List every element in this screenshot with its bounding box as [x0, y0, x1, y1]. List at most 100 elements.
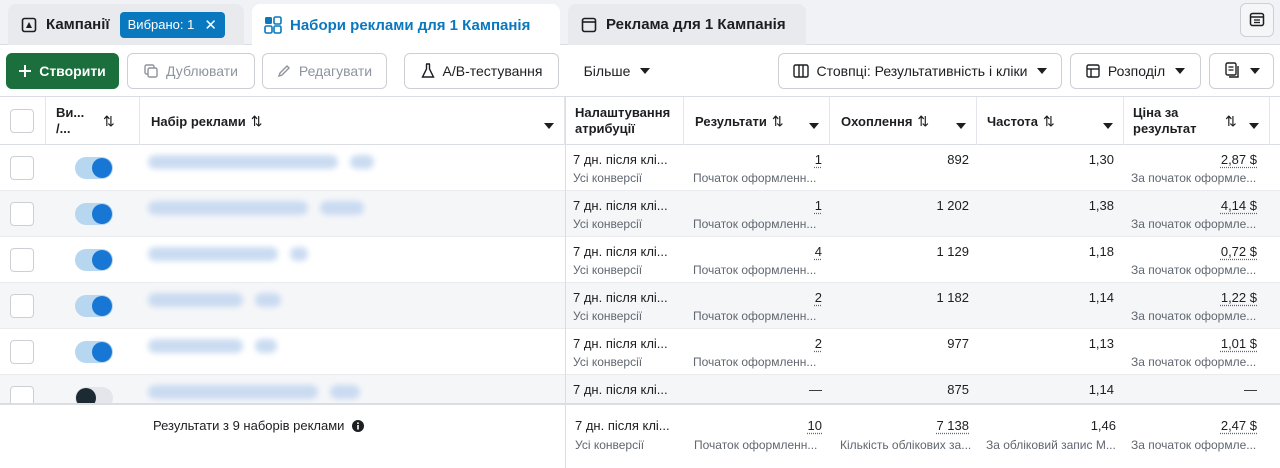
adset-tag-redacted	[330, 385, 360, 399]
table-row[interactable]: 7 дн. після клі... Усі конверсії 2 Початок …	[0, 283, 1280, 329]
footer-summary-text: Результати з 9 наборів реклами	[153, 418, 365, 435]
sort-icon[interactable]: ⇅	[103, 113, 115, 130]
reach-value: 1 182	[936, 290, 969, 305]
adset-name-redacted[interactable]	[148, 247, 278, 261]
sort-icon[interactable]: ⇅	[251, 113, 263, 130]
header-reach[interactable]: Охоплення ⇅	[830, 97, 977, 145]
tab-ads[interactable]: Реклама для 1 Кампанія	[568, 4, 806, 45]
clear-selection-icon[interactable]: ✕	[204, 16, 217, 34]
results-value[interactable]: 2	[690, 290, 822, 305]
footer-results[interactable]: 10	[690, 418, 822, 433]
selected-count: Вибрано: 1	[127, 17, 195, 32]
reach-value: 892	[947, 152, 969, 167]
cost-value[interactable]: 0,72 $	[1130, 244, 1257, 259]
footer-frequency: 1,46	[1090, 418, 1116, 433]
sort-icon[interactable]: ⇅	[917, 113, 929, 130]
adset-tag-redacted	[290, 247, 308, 261]
results-value[interactable]: 1	[690, 198, 822, 213]
row-checkbox[interactable]	[10, 294, 34, 318]
adset-status-toggle[interactable]	[75, 249, 113, 271]
create-button[interactable]: Створити	[6, 53, 119, 89]
results-sub: Початок оформленн...	[693, 355, 817, 369]
ab-test-button[interactable]: A/B-тестування	[404, 53, 559, 89]
selected-filter-chip[interactable]: Вибрано: 1 ✕	[119, 11, 225, 38]
footer-reach-sub: Кількість облікових за...	[840, 438, 972, 452]
adset-name-redacted[interactable]	[148, 385, 318, 399]
adset-status-toggle[interactable]	[75, 341, 113, 363]
cost-value[interactable]: 1,01 $	[1130, 336, 1257, 351]
cost-value[interactable]: 1,22 $	[1130, 290, 1257, 305]
sort-icon[interactable]: ⇅	[772, 113, 784, 130]
tab-campaigns-label: Кампанії	[46, 16, 110, 33]
footer-summary-label: Результати з 9 наборів реклами	[153, 418, 345, 433]
info-icon[interactable]	[352, 420, 365, 435]
toggle-knob	[92, 204, 112, 224]
chevron-down-icon[interactable]	[809, 117, 819, 132]
adset-name-redacted[interactable]	[148, 293, 243, 307]
cost-value[interactable]: 4,14 $	[1130, 198, 1257, 213]
select-all-checkbox[interactable]	[10, 109, 34, 133]
results-sub: Початок оформленн...	[693, 309, 817, 323]
table-row[interactable]: 7 дн. після клі... Усі конверсії 4 Початок …	[0, 237, 1280, 283]
reports-icon	[1224, 61, 1240, 81]
reports-button[interactable]	[1209, 53, 1274, 89]
row-checkbox[interactable]	[10, 248, 34, 272]
edit-button[interactable]: Редагувати	[262, 53, 387, 89]
chevron-down-icon[interactable]	[1103, 117, 1113, 132]
header-results[interactable]: Результати ⇅	[684, 97, 830, 145]
header-frequency[interactable]: Частота ⇅	[977, 97, 1124, 145]
header-attribution[interactable]: Налаштування атрибуції	[567, 97, 684, 145]
cost-sub: За початок оформле...	[1131, 309, 1257, 323]
adsets-table: Ви... /... ⇅ Набір реклами ⇅ Налаштуванн…	[0, 97, 1280, 468]
cost-value[interactable]: 2,87 $	[1130, 152, 1257, 167]
table-row[interactable]: 7 дн. після клі... Усі конверсії 2 Початок …	[0, 329, 1280, 375]
flask-icon	[420, 63, 435, 79]
adset-status-toggle[interactable]	[75, 295, 113, 317]
adset-tag-redacted	[255, 293, 281, 307]
edit-label: Редагувати	[298, 63, 373, 79]
chevron-down-icon[interactable]	[1249, 117, 1259, 133]
adset-status-toggle[interactable]	[75, 157, 113, 179]
tab-adsets-label: Набори реклами для 1 Кампанія	[290, 16, 531, 34]
calendar-button[interactable]	[1240, 3, 1274, 37]
sort-icon[interactable]: ⇅	[1225, 113, 1237, 129]
adset-status-toggle[interactable]	[75, 203, 113, 225]
results-value[interactable]: 4	[690, 244, 822, 259]
chevron-down-icon[interactable]	[956, 117, 966, 132]
results-sub: Початок оформленн...	[693, 171, 817, 185]
tab-campaigns[interactable]: Кампанії Вибрано: 1 ✕	[8, 4, 244, 45]
results-value[interactable]: 2	[690, 336, 822, 351]
results-value[interactable]: 1	[690, 152, 822, 167]
attribution-value: 7 дн. після клі...	[573, 152, 668, 167]
tab-adsets[interactable]: Набори реклами для 1 Кампанія	[252, 4, 560, 46]
footer-reach[interactable]: 7 138	[836, 418, 969, 433]
more-button[interactable]: Більше	[570, 53, 664, 89]
table-row[interactable]: 7 дн. після клі... Усі конверсії 1 Початок …	[0, 145, 1280, 191]
cost-value[interactable]: —	[1130, 382, 1257, 397]
columns-button[interactable]: Стовпці: Результативність і кліки	[778, 53, 1062, 89]
row-checkbox[interactable]	[10, 340, 34, 364]
duplicate-button[interactable]: Дублювати	[127, 53, 255, 89]
footer-cost[interactable]: 2,47 $	[1130, 418, 1257, 433]
chevron-down-icon[interactable]	[544, 117, 554, 132]
attribution-value: 7 дн. після клі...	[573, 382, 668, 397]
chevron-down-icon	[640, 68, 651, 74]
adset-name-redacted[interactable]	[148, 201, 308, 215]
attribution-value: 7 дн. після клі...	[573, 244, 668, 259]
results-sub: Початок оформленн...	[693, 217, 817, 231]
header-adset[interactable]: Набір реклами ⇅	[140, 97, 565, 145]
columns-label: Стовпці: Результативність і кліки	[816, 63, 1028, 79]
sort-icon[interactable]: ⇅	[1043, 113, 1055, 130]
row-checkbox[interactable]	[10, 156, 34, 180]
results-value[interactable]: —	[690, 382, 822, 397]
adset-name-redacted[interactable]	[148, 155, 338, 169]
tab-bar: Кампанії Вибрано: 1 ✕ Набори реклами для…	[0, 0, 1280, 46]
table-row[interactable]: 7 дн. після клі... Усі конверсії 1 Початок …	[0, 191, 1280, 237]
adset-name-redacted[interactable]	[148, 339, 243, 353]
header-cost[interactable]: Ціна за результат ⇅	[1124, 97, 1270, 145]
header-onoff[interactable]: Ви... /... ⇅	[46, 97, 140, 145]
row-checkbox[interactable]	[10, 202, 34, 226]
header-adset-label: Набір реклами	[151, 113, 246, 129]
footer-frequency-sub: За обліковий запис М...	[986, 438, 1116, 452]
breakdown-button[interactable]: Розподіл	[1070, 53, 1201, 89]
